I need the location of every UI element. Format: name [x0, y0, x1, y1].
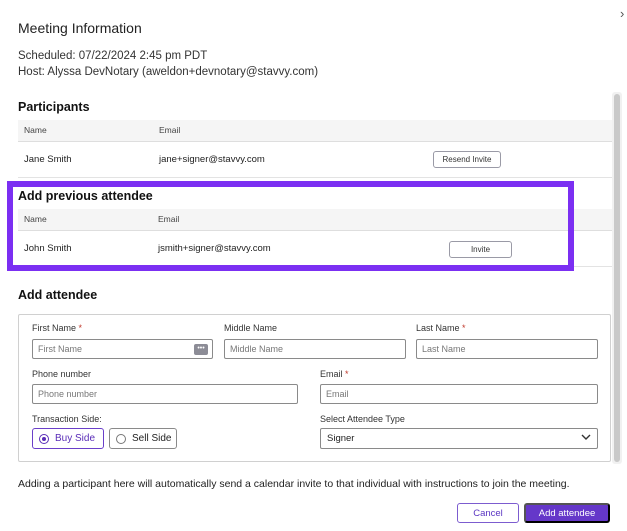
- email-label-text: Email: [320, 369, 343, 379]
- participants-table: Name Email Jane Smith jane+signer@stavvy…: [18, 120, 612, 178]
- email-placeholder: Email: [326, 389, 349, 399]
- resend-invite-button[interactable]: Resend Invite: [433, 151, 501, 168]
- required-marker: *: [345, 369, 349, 379]
- phone-label: Phone number: [32, 369, 92, 379]
- modal-title: Meeting Information: [18, 20, 142, 36]
- attendee-type-label: Select Attendee Type: [320, 414, 405, 424]
- radio-unselected-icon: [116, 433, 126, 444]
- email-label: Email *: [320, 369, 349, 379]
- middle-name-label: Middle Name: [224, 323, 278, 333]
- cancel-button[interactable]: Cancel: [457, 503, 519, 523]
- last-name-input[interactable]: Last Name: [416, 339, 598, 359]
- first-name-label: First Name *: [32, 323, 82, 333]
- last-name-placeholder: Last Name: [422, 344, 466, 354]
- last-name-label-text: Last Name: [416, 323, 460, 333]
- add-attendee-form: First Name * First Name ••• Middle Name …: [18, 314, 611, 462]
- add-attendee-heading: Add attendee: [18, 288, 98, 302]
- chevron-down-icon: [581, 432, 591, 445]
- sell-side-radio[interactable]: Sell Side: [109, 428, 177, 449]
- last-name-label: Last Name *: [416, 323, 466, 333]
- highlight-box: [7, 181, 574, 271]
- participant-email: jane+signer@stavvy.com: [159, 154, 265, 165]
- buy-side-radio[interactable]: Buy Side: [32, 428, 104, 449]
- chevron-right-icon[interactable]: ›: [620, 6, 624, 21]
- host-text: Host: Alyssa DevNotary (aweldon+devnotar…: [18, 66, 319, 78]
- scheduled-text: Scheduled: 07/22/2024 2:45 pm PDT: [18, 50, 208, 62]
- transaction-side-label: Transaction Side:: [32, 414, 102, 424]
- participant-name: Jane Smith: [24, 154, 72, 165]
- phone-input[interactable]: Phone number: [32, 384, 298, 404]
- column-header-name: Name: [24, 125, 47, 135]
- attendee-type-select[interactable]: Signer: [320, 428, 598, 449]
- required-marker: *: [462, 323, 466, 333]
- middle-name-input[interactable]: Middle Name: [224, 339, 406, 359]
- footer-note: Adding a participant here will automatic…: [18, 478, 570, 490]
- buy-side-label: Buy Side: [55, 433, 96, 444]
- first-name-input[interactable]: First Name •••: [32, 339, 213, 359]
- table-row: Jane Smith jane+signer@stavvy.com Resend…: [18, 142, 612, 178]
- attendee-type-value: Signer: [327, 433, 355, 444]
- column-header-email: Email: [159, 125, 181, 135]
- table-header: Name Email: [18, 120, 612, 142]
- radio-selected-icon: [39, 433, 49, 444]
- participants-heading: Participants: [18, 100, 90, 114]
- first-name-label-text: First Name: [32, 323, 77, 333]
- scrollbar-thumb[interactable]: [614, 94, 620, 462]
- middle-name-placeholder: Middle Name: [230, 344, 284, 354]
- more-options-icon[interactable]: •••: [194, 344, 208, 355]
- required-marker: *: [78, 323, 83, 333]
- sell-side-label: Sell Side: [132, 433, 172, 444]
- add-attendee-button[interactable]: Add attendee: [524, 503, 610, 523]
- first-name-placeholder: First Name: [38, 344, 83, 354]
- email-input[interactable]: Email: [320, 384, 598, 404]
- phone-placeholder: Phone number: [38, 389, 98, 399]
